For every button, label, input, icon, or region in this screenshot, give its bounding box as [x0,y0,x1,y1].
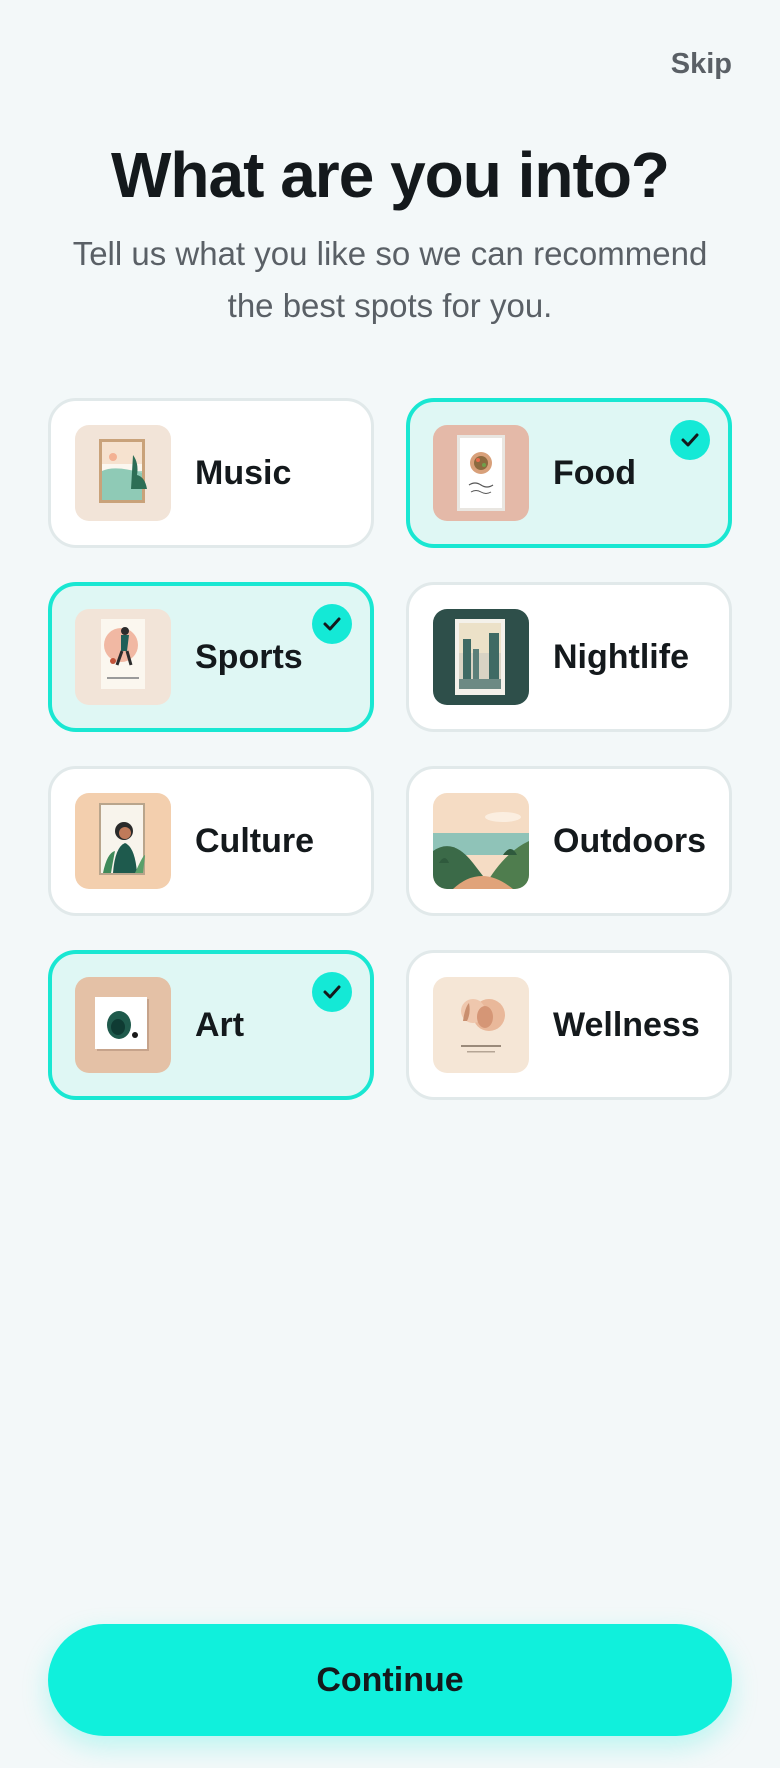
category-card-culture[interactable]: Culture [48,766,374,916]
category-label: Outdoors [553,821,706,860]
category-card-outdoors[interactable]: Outdoors [406,766,732,916]
food-poster-icon [433,425,529,521]
category-label: Culture [195,821,314,860]
category-card-music[interactable]: Music [48,398,374,548]
category-card-food[interactable]: Food [406,398,732,548]
nightlife-poster-icon [433,609,529,705]
category-card-art[interactable]: Art [48,950,374,1100]
page-subtitle: Tell us what you like so we can recommen… [72,235,708,324]
skip-button[interactable]: Skip [671,48,732,81]
continue-button[interactable]: Continue [48,1624,732,1736]
category-label: Nightlife [553,637,689,676]
checkmark-icon [670,420,710,460]
sports-poster-icon [75,609,171,705]
culture-poster-icon [75,793,171,889]
category-label: Sports [195,637,303,676]
category-card-nightlife[interactable]: Nightlife [406,582,732,732]
category-label: Food [553,453,637,492]
category-label: Wellness [553,1005,700,1044]
outdoors-landscape-icon [433,793,529,889]
category-label: Music [195,453,292,492]
page-title: What are you into? [111,139,670,211]
art-poster-icon [75,977,171,1073]
category-label: Art [195,1005,245,1044]
wellness-poster-icon [433,977,529,1073]
category-card-wellness[interactable]: Wellness [406,950,732,1100]
checkmark-icon [312,972,352,1012]
music-poster-icon [75,425,171,521]
category-grid: Music Food Sports Nightlife Culture Outd… [48,398,732,1100]
category-card-sports[interactable]: Sports [48,582,374,732]
checkmark-icon [312,604,352,644]
